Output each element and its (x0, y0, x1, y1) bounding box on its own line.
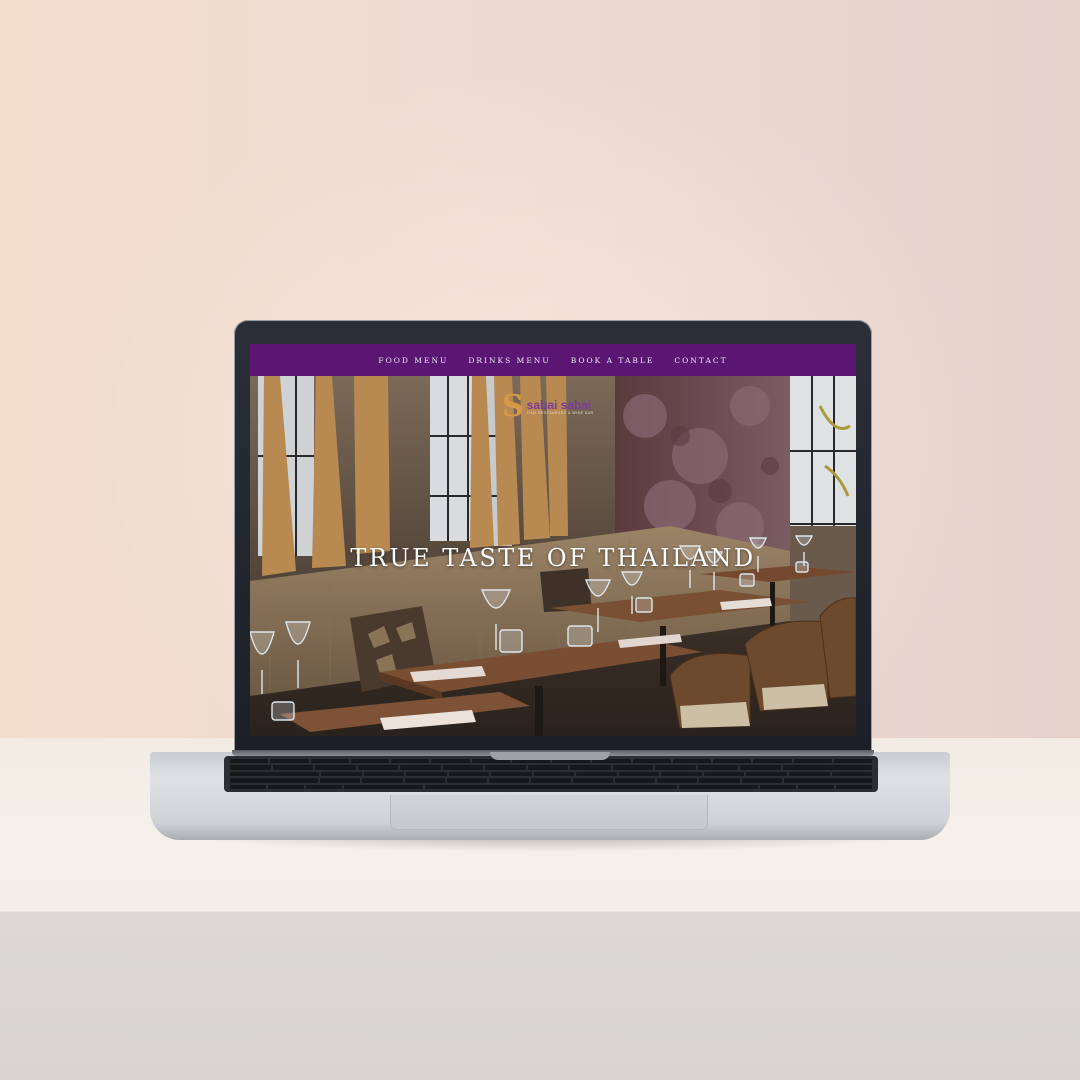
logo-tagline: THAI RESTAURANT & WINE BAR (526, 410, 594, 415)
hero-title: TRUE TASTE OF THAILAND (350, 544, 756, 572)
logo-name: sabai sabai (526, 397, 592, 412)
hero-section: S sabai sabai THAI RESTAURANT & WINE BAR… (250, 376, 856, 736)
site-nav-bar: FOOD MENU DRINKS MENU BOOK A TABLE CONTA… (250, 344, 856, 376)
nav-drinks-menu[interactable]: DRINKS MENU (468, 356, 550, 365)
nav-book-a-table[interactable]: BOOK A TABLE (571, 356, 655, 365)
laptop-screen: FOOD MENU DRINKS MENU BOOK A TABLE CONTA… (250, 344, 856, 736)
logo-s-mark: S (502, 389, 524, 424)
nav-food-menu[interactable]: FOOD MENU (378, 356, 448, 365)
laptop-keyboard (224, 756, 878, 792)
desk-front (0, 912, 1080, 1080)
laptop-notch (490, 752, 610, 760)
site-logo[interactable]: S sabai sabai THAI RESTAURANT & WINE BAR (502, 392, 594, 422)
laptop-trackpad (390, 795, 708, 830)
nav-contact[interactable]: CONTACT (674, 356, 727, 365)
